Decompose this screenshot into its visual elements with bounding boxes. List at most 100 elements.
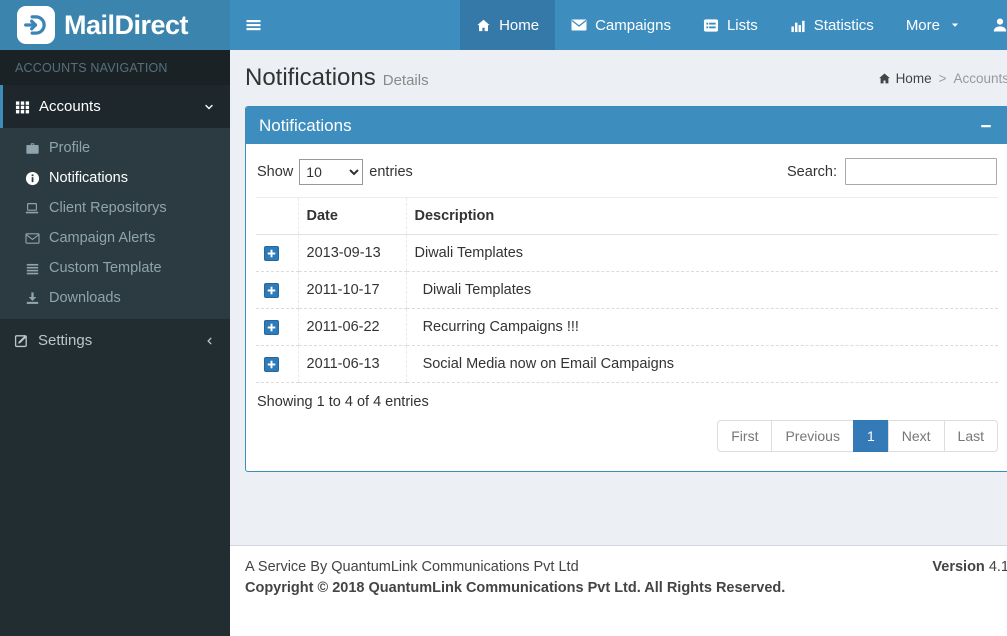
page-subtitle: Details [382,72,429,89]
envelope-icon [571,19,587,31]
pagination-next[interactable]: Next [887,420,945,452]
panel-title: Notifications [259,115,352,135]
table-controls: Show 10 entries Search: [256,154,998,197]
nav-home[interactable]: Home [460,0,556,50]
pagination-container: First Previous 1 Next Last [256,412,998,461]
page-length-select[interactable]: 10 [299,158,364,185]
plus-square-icon [267,360,276,368]
sidebar-item-client-repositorys[interactable]: Client Repositorys [0,193,230,223]
sidebar-toggle-button[interactable] [230,0,277,50]
nav-lists-label: Lists [726,16,758,34]
footer-version: Version 4.1 [932,559,1007,575]
nav-more-label: More [905,16,940,34]
sidebar-item-custom-template[interactable]: Custom Template [0,253,230,283]
sidebar-item-profile[interactable]: Profile [0,133,230,163]
column-header-expand [256,197,298,235]
sidebar-item-settings-label: Settings [38,332,93,349]
page-title: Notifications Details [245,64,429,91]
nav-statistics-label: Statistics [813,16,874,34]
sidebar-item-downloads-label: Downloads [49,290,121,306]
row-expand-button[interactable] [264,282,279,298]
sidebar-section-header: ACCOUNTS NAVIGATION [0,50,230,85]
footer-service-text: A Service By QuantumLink Communications … [245,559,579,575]
sidebar: ACCOUNTS NAVIGATION Accounts Profile Not… [0,50,230,636]
breadcrumb-separator: > [938,70,947,86]
column-header-description: Description [405,197,998,235]
top-nav: Home Campaigns Lists Statistics More [460,0,1007,50]
home-icon [477,19,490,31]
accounts-submenu: Profile Notifications Client Repositorys… [0,128,230,319]
bar-chart-icon [791,20,805,32]
row-date: 2013-09-13 [297,234,406,272]
footer: A Service By QuantumLink Communications … [230,545,1007,636]
envelope-outline-icon [24,232,40,245]
top-navbar: MailDirect Home Campaigns Lists Statisti… [0,0,1007,50]
plus-square-icon [267,249,276,257]
search-control: Search: [787,158,997,185]
brand-name: MailDirect [64,9,189,40]
list-alt-icon [703,18,718,32]
chevron-down-icon [205,104,213,109]
nav-home-label: Home [499,16,540,34]
sidebar-item-notifications-label: Notifications [49,170,128,186]
column-header-date: Date [297,197,406,235]
app-window: MailDirect Home Campaigns Lists Statisti… [0,0,1007,636]
notifications-table: Date Description 2013-09-13 Diwali Templ… [256,197,998,383]
row-description: Diwali Templates [405,271,998,309]
pagination-last[interactable]: Last [943,420,998,452]
main-content: Notifications Details Home > Accounts Not… [230,50,1007,636]
row-expand-button[interactable] [264,356,279,372]
download-icon [24,291,40,305]
nav-campaigns-label: Campaigns [595,16,671,34]
align-justify-icon [24,262,40,275]
sidebar-item-downloads[interactable]: Downloads [0,283,230,313]
plus-square-icon [267,286,276,294]
breadcrumb-current: Accounts [953,70,1007,86]
briefcase-icon [24,141,40,155]
pagination-previous[interactable]: Previous [771,420,854,452]
sidebar-item-settings[interactable]: Settings [0,319,230,362]
row-description: Recurring Campaigns !!! [405,308,998,346]
row-description: Social Media now on Email Campaigns [405,345,998,383]
pagination: First Previous 1 Next Last [717,420,998,452]
notifications-panel: Notifications Show 10 entries Search: Da… [245,106,1007,472]
row-expand-button[interactable] [264,245,279,261]
table-info: Showing 1 to 4 of 4 entries [257,394,429,410]
sidebar-item-campaign-alerts[interactable]: Campaign Alerts [0,223,230,253]
row-date: 2011-10-17 [297,271,406,309]
sidebar-item-notifications[interactable]: Notifications [0,163,230,193]
table-row: 2013-09-13 Diwali Templates [256,234,998,272]
pagination-page-1[interactable]: 1 [852,420,889,452]
nav-campaigns[interactable]: Campaigns [555,0,687,50]
plus-square-icon [267,323,276,331]
hamburger-icon [246,20,261,31]
table-row: 2011-06-13 Social Media now on Email Cam… [256,345,998,383]
laptop-icon [24,201,40,215]
show-label: Show [257,163,294,180]
brand-logo[interactable]: MailDirect [0,0,230,50]
sidebar-item-accounts[interactable]: Accounts [0,85,230,128]
caret-down-icon [951,23,959,27]
search-input[interactable] [845,158,997,185]
nav-lists[interactable]: Lists [687,0,774,50]
entries-label: entries [369,163,413,180]
home-icon [878,72,890,83]
user-icon [993,18,1007,32]
info-circle-icon [24,171,40,186]
panel-collapse-button[interactable] [977,117,995,135]
nav-more[interactable]: More [890,0,976,50]
maildirect-arrow-d-icon [17,6,55,44]
minus-icon [981,124,991,127]
table-header-row: Date Description [256,197,998,235]
search-label: Search: [787,163,837,180]
nav-user[interactable] [976,0,1007,50]
content-header: Notifications Details Home > Accounts [245,58,1007,106]
page-length-control: Show 10 entries [257,158,413,185]
sidebar-item-accounts-label: Accounts [39,98,101,115]
nav-statistics[interactable]: Statistics [774,0,890,50]
pagination-first[interactable]: First [717,420,773,452]
row-description: Diwali Templates [405,234,998,272]
row-expand-button[interactable] [264,319,279,335]
grid-icon [15,101,30,114]
breadcrumb-home[interactable]: Home [878,71,932,86]
